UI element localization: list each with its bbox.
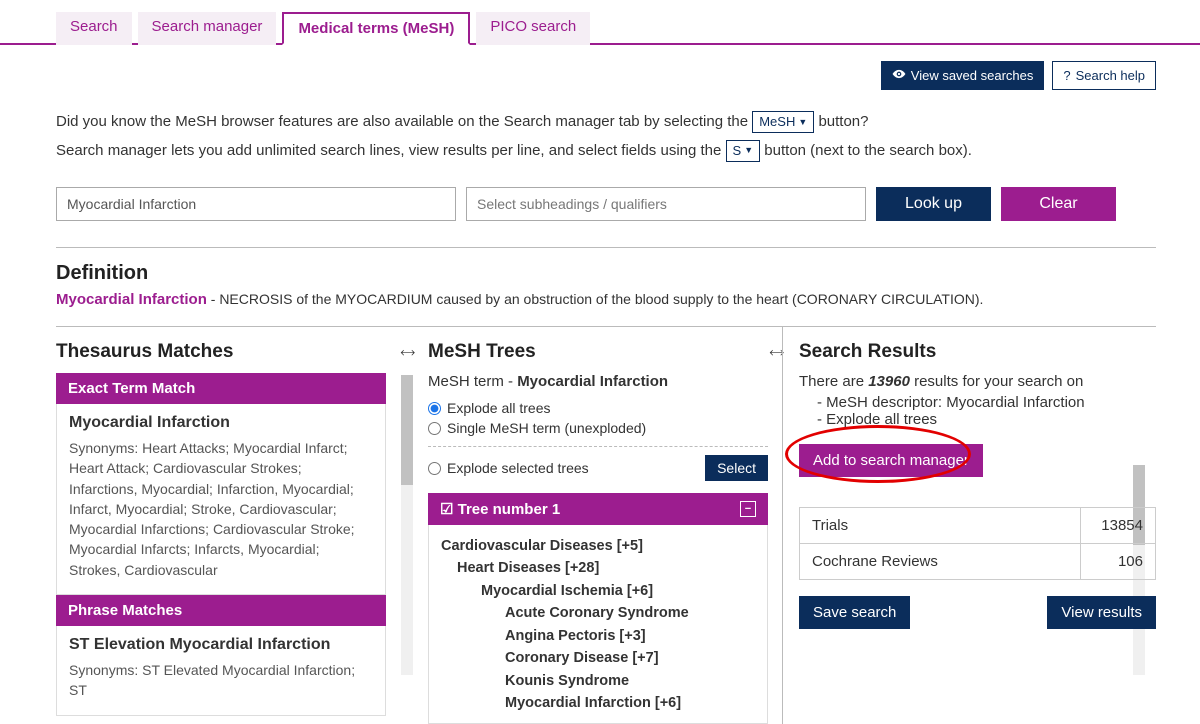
mesh-trees-heading: MeSH Trees <box>428 341 536 363</box>
phrase-match-title: ST Elevation Myocardial Infarction <box>69 636 373 654</box>
checkbox-icon <box>440 501 453 518</box>
tree-node[interactable]: Cardiovascular Diseases [+5] <box>441 535 763 557</box>
radio-single-term[interactable]: Single MeSH term (unexploded) <box>428 418 768 438</box>
results-criterion: - MeSH descriptor: Myocardial Infarction <box>799 394 1156 411</box>
exact-match-title: Myocardial Infarction <box>69 414 373 432</box>
exact-match-box[interactable]: Myocardial Infarction Synonyms: Heart At… <box>56 404 386 595</box>
tree-node[interactable]: Coronary Disease [+7] <box>441 647 763 669</box>
intro-line1b: button? <box>818 113 868 130</box>
intro-line1a: Did you know the MeSH browser features a… <box>56 113 752 130</box>
results-count: 13960 <box>868 373 910 390</box>
search-help-button[interactable]: ? Search help <box>1052 61 1156 90</box>
exact-term-match-band: Exact Term Match <box>56 373 386 404</box>
results-table: Trials 13854 Cochrane Reviews 106 <box>799 507 1156 580</box>
add-to-search-manager-button[interactable]: Add to search manager <box>799 444 983 477</box>
collapse-icon[interactable]: − <box>740 501 756 517</box>
mesh-term-line: MeSH term - Myocardial Infarction <box>428 373 768 390</box>
results-intro: There are 13960 results for your search … <box>799 373 1156 390</box>
thesaurus-heading: Thesaurus Matches <box>56 341 233 363</box>
phrase-match-box[interactable]: ST Elevation Myocardial Infarction Synon… <box>56 626 386 716</box>
intro-text: Did you know the MeSH browser features a… <box>56 108 1156 165</box>
select-button[interactable]: Select <box>705 455 768 481</box>
definition-text: - NECROSIS of the MYOCARDIUM caused by a… <box>211 291 984 307</box>
view-saved-searches-button[interactable]: View saved searches <box>881 61 1045 90</box>
tab-mesh[interactable]: Medical terms (MeSH) <box>282 12 470 45</box>
result-type-count: 106 <box>1081 544 1156 580</box>
eye-icon <box>892 67 906 84</box>
result-type-label: Cochrane Reviews <box>800 544 1081 580</box>
tree-node[interactable]: Myocardial Ischemia [+6] <box>441 580 763 602</box>
clear-button[interactable]: Clear <box>1001 187 1116 221</box>
lookup-button[interactable]: Look up <box>876 187 991 221</box>
s-badge-button[interactable]: S ▼ <box>726 140 761 162</box>
tree-list: Cardiovascular Diseases [+5] Heart Disea… <box>428 525 768 724</box>
tab-pico[interactable]: PICO search <box>476 12 590 45</box>
result-type-label: Trials <box>800 508 1081 544</box>
tree-node[interactable]: Acute Coronary Syndrome <box>441 602 763 624</box>
scrollbar[interactable] <box>401 375 413 675</box>
intro-line2a: Search manager lets you add unlimited se… <box>56 142 726 159</box>
save-search-button[interactable]: Save search <box>799 596 910 629</box>
view-saved-label: View saved searches <box>911 68 1034 83</box>
divider <box>428 446 768 447</box>
tab-bar: Search Search manager Medical terms (MeS… <box>0 0 1200 45</box>
caret-down-icon: ▼ <box>798 114 807 131</box>
result-type-count: 13854 <box>1081 508 1156 544</box>
question-icon: ? <box>1063 68 1070 83</box>
tree-node[interactable]: Myocardial Infarction [+6] <box>441 692 763 714</box>
radio-explode-selected[interactable]: Explode selected trees <box>428 458 589 478</box>
table-row[interactable]: Trials 13854 <box>800 508 1156 544</box>
tree-node[interactable]: Angina Pectoris [+3] <box>441 625 763 647</box>
table-row[interactable]: Cochrane Reviews 106 <box>800 544 1156 580</box>
exact-match-synonyms: Synonyms: Heart Attacks; Myocardial Infa… <box>69 438 373 580</box>
scroll-thumb[interactable] <box>401 375 413 485</box>
tree-node[interactable]: Kounis Syndrome <box>441 670 763 692</box>
definition-heading: Definition <box>56 262 1156 285</box>
search-help-label: Search help <box>1076 68 1145 83</box>
tab-search-manager[interactable]: Search manager <box>138 12 277 45</box>
view-results-button[interactable]: View results <box>1047 596 1156 629</box>
intro-line2b: button (next to the search box). <box>764 142 972 159</box>
definition-section: Definition Myocardial Infarction - NECRO… <box>56 247 1156 308</box>
mesh-term-input[interactable] <box>56 187 456 221</box>
definition-term: Myocardial Infarction <box>56 291 207 308</box>
results-criterion: - Explode all trees <box>799 411 1156 428</box>
tree-number-band[interactable]: Tree number 1 − <box>428 493 768 525</box>
subheadings-input[interactable] <box>466 187 866 221</box>
search-results-heading: Search Results <box>799 341 936 363</box>
tree-node[interactable]: Heart Diseases [+28] <box>441 557 763 579</box>
caret-down-icon: ▼ <box>744 142 753 159</box>
tab-search[interactable]: Search <box>56 12 132 45</box>
mesh-badge-button[interactable]: MeSH ▼ <box>752 111 814 133</box>
radio-explode-all[interactable]: Explode all trees <box>428 398 768 418</box>
phrase-matches-band: Phrase Matches <box>56 595 386 626</box>
